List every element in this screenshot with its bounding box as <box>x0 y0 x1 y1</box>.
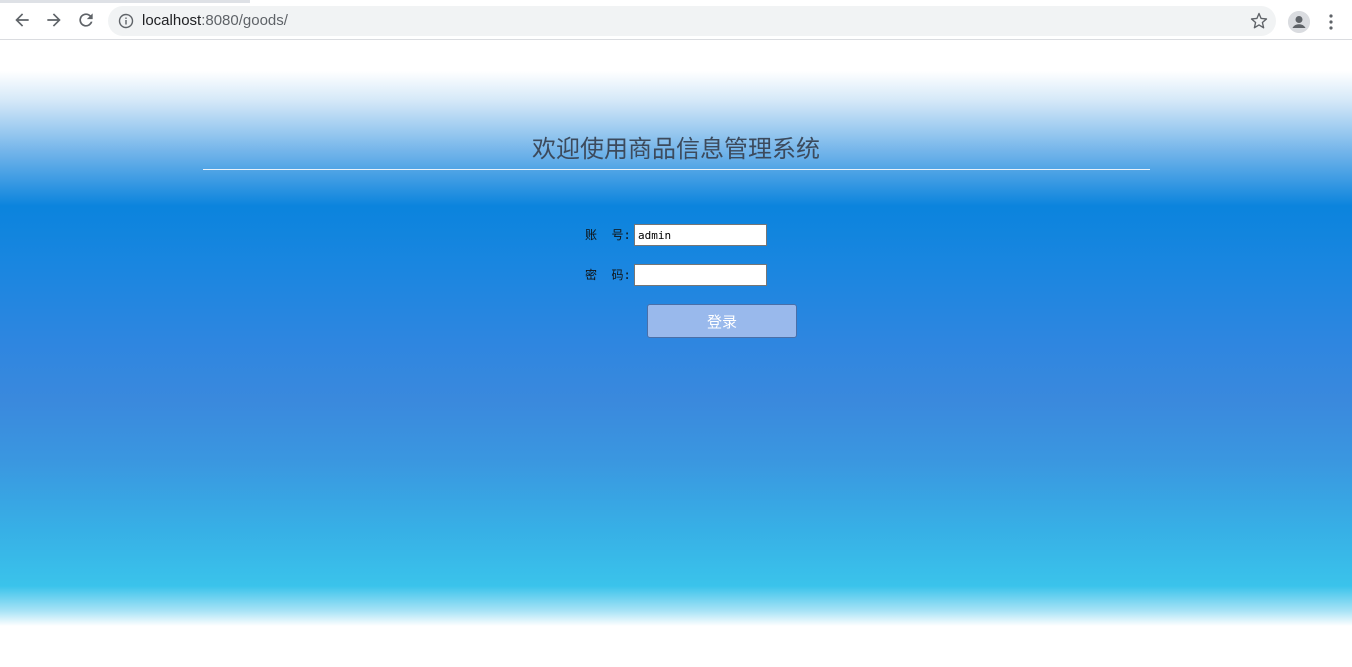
address-bar[interactable]: localhost:8080/goods/ <box>108 6 1276 36</box>
account-label: 账 号: <box>585 228 631 242</box>
arrow-left-icon <box>15 13 29 27</box>
browser-toolbar: localhost:8080/goods/ <box>0 0 1352 40</box>
back-button[interactable] <box>10 8 34 32</box>
title-divider <box>203 169 1150 170</box>
login-page: 欢迎使用商品信息管理系统 账 号: 密 码: 登录 <box>0 41 1352 667</box>
browser-menu-button[interactable] <box>1323 11 1339 33</box>
url-path: :8080/goods/ <box>201 12 288 29</box>
person-icon <box>1288 11 1310 33</box>
profile-button[interactable] <box>1288 11 1310 33</box>
reload-button[interactable] <box>74 8 98 32</box>
login-button[interactable]: 登录 <box>647 304 797 338</box>
tab-strip <box>0 0 250 3</box>
url-text[interactable]: localhost:8080/goods/ <box>142 12 288 30</box>
password-label: 密 码: <box>585 268 631 282</box>
url-host: localhost <box>142 12 202 29</box>
password-input[interactable] <box>634 264 767 286</box>
kebab-menu-icon <box>1329 14 1333 30</box>
info-icon[interactable] <box>118 13 134 29</box>
forward-button[interactable] <box>42 8 66 32</box>
reload-icon <box>79 13 93 27</box>
account-input[interactable] <box>634 224 767 246</box>
arrow-right-icon <box>47 13 61 27</box>
page-title: 欢迎使用商品信息管理系统 <box>532 135 820 163</box>
star-icon[interactable] <box>1250 12 1268 30</box>
